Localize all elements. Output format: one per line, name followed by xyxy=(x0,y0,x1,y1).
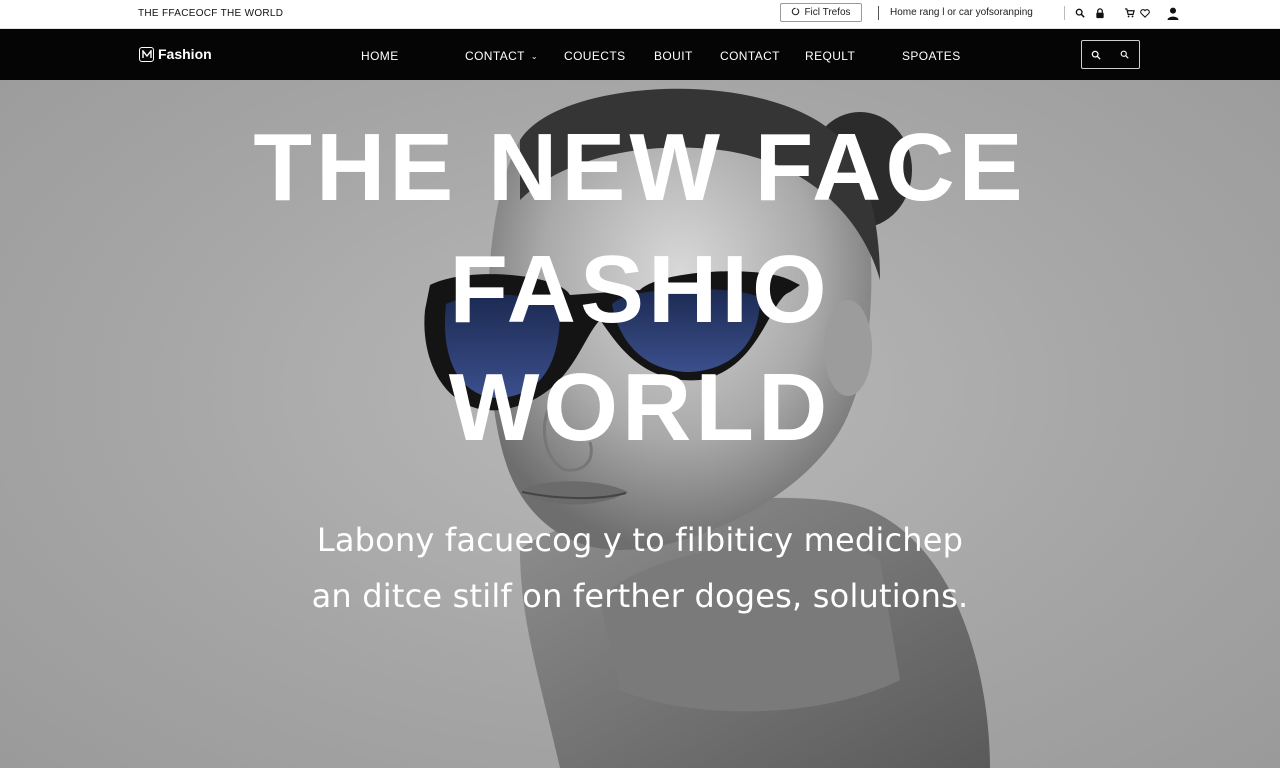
divider xyxy=(878,6,879,20)
divider xyxy=(1064,6,1065,20)
nav-item-label: COUECTS xyxy=(564,49,626,63)
nav-item-label: CONTACT xyxy=(720,49,780,63)
top-utility-bar: THE FFACEOCF THE WORLD Ficl Trefos Home … xyxy=(0,0,1280,29)
nav-item-label: REQULT xyxy=(805,49,856,63)
nav-item-label: BOUIT xyxy=(654,49,693,63)
search-icon[interactable] xyxy=(1073,6,1087,20)
nav-search-group xyxy=(1081,40,1140,69)
heart-icon[interactable] xyxy=(1138,6,1152,20)
nav-item-contact[interactable]: CONTACT xyxy=(720,49,780,63)
user-icon[interactable] xyxy=(1166,6,1180,20)
refresh-icon xyxy=(791,6,800,19)
site-tagline: THE FFACEOCF THE WORLD xyxy=(138,8,284,19)
hero-subtext-line: an ditce stilf on ferther doges, solutio… xyxy=(311,577,969,615)
nav-item-requlat[interactable]: REQULT xyxy=(805,49,855,63)
logo-mark-icon xyxy=(139,46,154,62)
headline-line: THE NEW FACE xyxy=(253,114,1027,221)
chevron-down-icon: ⌄ xyxy=(530,52,539,61)
cart-icon[interactable] xyxy=(1122,6,1136,20)
nav-item-spoates[interactable]: SPOATES xyxy=(902,49,961,63)
search-icon[interactable] xyxy=(1111,41,1140,68)
nav-item-label: SPOATES xyxy=(902,49,961,63)
nav-item-label: CONTACT xyxy=(465,49,525,63)
find-button-label: Ficl Trefos xyxy=(804,7,851,18)
hero-subtext-line: Labony facuecog y to filbiticy medichep xyxy=(316,521,964,559)
find-button[interactable]: Ficl Trefos xyxy=(780,3,862,22)
nav-item-bouit[interactable]: BOUIT xyxy=(654,49,693,63)
logo-text: Fashion xyxy=(158,46,212,62)
headline-line: FASHIO xyxy=(449,236,831,343)
main-navigation: Fashion HOME CONTACT ⌄ COUECTS BOUIT CONT… xyxy=(0,29,1280,80)
nav-item-contact-dropdown[interactable]: CONTACT ⌄ xyxy=(465,49,538,63)
lock-icon[interactable] xyxy=(1093,6,1107,20)
nav-item-couects[interactable]: COUECTS xyxy=(564,49,625,63)
search-icon[interactable] xyxy=(1082,41,1111,68)
utility-links-text[interactable]: Home rang l or car yofsoranping xyxy=(890,7,1033,18)
headline-line: WORLD xyxy=(448,354,832,461)
nav-item-label: HOME xyxy=(361,49,399,63)
nav-item-home[interactable]: HOME xyxy=(361,49,399,63)
hero-banner: THE NEW FACE FASHIO WORLD Labony facueco… xyxy=(0,80,1280,768)
site-logo[interactable]: Fashion xyxy=(139,46,212,62)
